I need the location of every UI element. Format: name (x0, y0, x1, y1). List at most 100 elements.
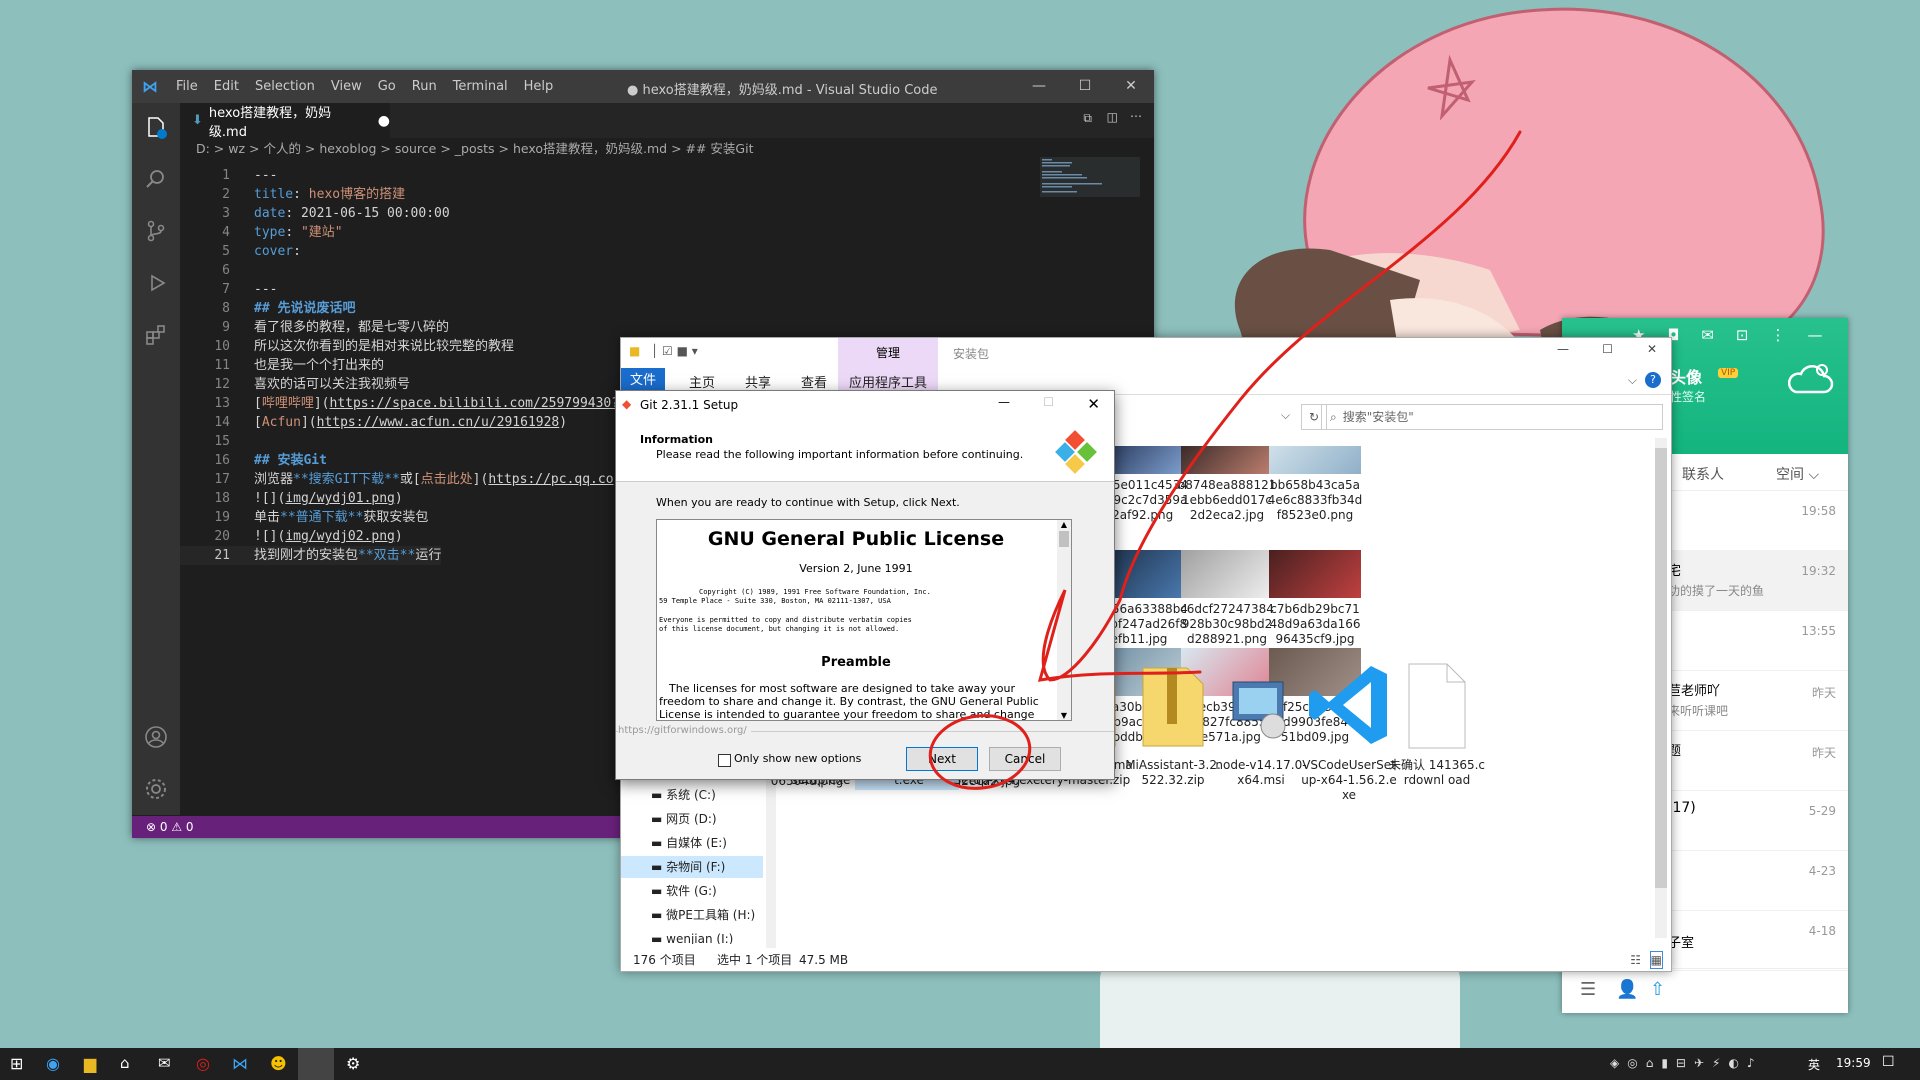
account-icon[interactable] (144, 725, 168, 749)
tab-view[interactable]: 查看 (801, 372, 827, 391)
nav-drive-i[interactable]: ▬ wenjian (I:) (651, 928, 733, 944)
code-token: https://space.bilibili.com/259799430? (329, 396, 620, 411)
mail-icon[interactable]: ✉ (158, 1054, 178, 1074)
source-control-icon[interactable] (144, 219, 168, 243)
netease-music-icon[interactable]: ◎ (196, 1054, 216, 1074)
code-line[interactable]: 3 date: 2021-06-15 00:00:00 (180, 204, 450, 223)
nav-scrollbar[interactable] (766, 778, 776, 948)
code-line[interactable]: 11 也是我一个个打出来的 (180, 356, 384, 375)
maximize-button[interactable]: ☐ (1602, 342, 1613, 356)
menu-file[interactable]: File (168, 79, 206, 94)
code-line[interactable]: 4 type: "建站" (180, 223, 342, 242)
tab-markdown-file[interactable]: ⬇ hexo搭建教程，奶妈级.md ● (180, 103, 390, 140)
breadcrumb[interactable]: D: > wz > 个人的 > hexoblog > source > _pos… (196, 138, 754, 160)
windows-start-icon[interactable]: ⊞ (10, 1054, 30, 1074)
explorer-files-icon[interactable] (144, 115, 168, 139)
large-icons-view-icon[interactable]: ▦ (1649, 951, 1663, 969)
code-line[interactable]: 14 [Acfun](https://www.acfun.cn/u/2916192… (180, 413, 567, 432)
qq-signature[interactable]: 性签名 (1670, 388, 1706, 405)
edge-browser-icon[interactable]: ◉ (46, 1054, 66, 1074)
code-token: Acfun (261, 415, 301, 430)
help-icon[interactable]: ? (1645, 372, 1661, 388)
menu-help[interactable]: Help (516, 79, 562, 94)
code-line[interactable]: 20 ![](img/wydj02.png) (180, 527, 402, 546)
system-tray-icons[interactable]: ◈◎⌂▮⊟✈⚡◐♪ (1610, 1056, 1763, 1070)
gitforwindows-link[interactable]: https://gitforwindows.org/ (618, 725, 751, 736)
nav-drive-g[interactable]: ▬ 软件 (G:) (651, 880, 717, 902)
content-scrollbar[interactable] (1655, 438, 1667, 938)
code-line[interactable]: 18 ![](img/wydj01.png) (180, 489, 402, 508)
maximize-button[interactable]: ☐ (1062, 70, 1108, 103)
menu-go[interactable]: Go (370, 79, 404, 94)
code-line[interactable]: 19 单击**普通下载**获取安装包 (180, 508, 428, 527)
active-app-slot[interactable] (298, 1048, 334, 1080)
details-view-icon[interactable]: ☷ (1630, 949, 1641, 971)
code-line[interactable]: 5 cover: (180, 242, 301, 261)
code-line[interactable]: 17 浏览器**搜索GIT下载**或[点击此处](https://pc.qq.co (180, 470, 614, 489)
code-line[interactable]: 15 (180, 432, 254, 451)
code-line[interactable]: 1 --- (180, 166, 277, 185)
unsaved-dot-icon[interactable]: ● (378, 113, 390, 129)
code-line[interactable]: 8 ## 先说说废话吧 (180, 299, 355, 318)
settings-gear-icon[interactable]: ⚙ (346, 1054, 366, 1074)
settings-gear-icon[interactable] (144, 777, 168, 801)
code-token: https://pc.qq.co (488, 472, 614, 487)
nav-drive-c[interactable]: ▬ 系统 (C:) (651, 784, 716, 806)
code-line[interactable]: 7 --- (180, 280, 277, 299)
file-explorer-icon[interactable]: ▆ (84, 1054, 104, 1074)
close-button[interactable]: ✕ (1108, 70, 1154, 103)
quick-access-toolbar[interactable]: │ ☑ ■ ▾ (651, 344, 698, 358)
vscode-titlebar: ⋈ File Edit Selection View Go Run Termin… (132, 70, 1154, 103)
code-line[interactable]: 13 [哔哩哔哩](https://space.bilibili.com/2597… (180, 394, 619, 413)
line-number: 6 (222, 263, 230, 278)
code-line[interactable]: 2 title: hexo博客的搭建 (180, 185, 405, 204)
ime-indicator[interactable]: 英 (1808, 1056, 1820, 1073)
code-line[interactable]: 21 找到刚才的安装包**双击**运行 (180, 546, 442, 565)
markdown-file-icon: ⬇ (192, 113, 203, 128)
nav-drive-e[interactable]: ▬ 自媒体 (E:) (651, 832, 727, 854)
notifications-icon[interactable]: ☐ (1882, 1054, 1895, 1070)
menu-selection[interactable]: Selection (247, 79, 323, 94)
search-icon[interactable] (144, 167, 168, 191)
code-line[interactable]: 10 所以这次你看到的是相对来说比较完整的教程 (180, 337, 514, 356)
main-menu-icon[interactable]: ☰ (1580, 979, 1596, 1000)
nav-drive-h[interactable]: ▬ 微PE工具箱 (H:) (651, 904, 755, 926)
minimize-button[interactable]: — (1557, 342, 1569, 356)
menu-terminal[interactable]: Terminal (445, 79, 516, 94)
run-debug-icon[interactable] (144, 271, 168, 295)
code-line[interactable]: 12 喜欢的话可以关注我视频号 (180, 375, 410, 394)
code-token: ) (559, 415, 568, 430)
dialog-heading: Information (640, 433, 713, 446)
only-show-new-options-checkbox[interactable] (718, 754, 731, 767)
line-number: 3 (222, 206, 230, 221)
nav-drive-d[interactable]: ▬ 网页 (D:) (651, 808, 717, 830)
menu-view[interactable]: View (323, 79, 370, 94)
code-token: : (293, 244, 301, 259)
menu-edit[interactable]: Edit (206, 79, 247, 94)
tab-share[interactable]: 共享 (745, 372, 771, 391)
minimize-button[interactable]: — (1016, 70, 1062, 103)
qq-taskbar-icon[interactable]: ☻ (270, 1054, 290, 1074)
problems-count[interactable]: ⊗ 0 ⚠ 0 (146, 820, 194, 834)
extensions-icon[interactable] (144, 323, 168, 347)
tab-space[interactable]: 空间 ⌵ (1776, 464, 1819, 484)
code-line[interactable]: 9 看了很多的教程，都是七零八碎的 (180, 318, 449, 337)
code-token: ]( (472, 472, 489, 487)
app-manager-icon[interactable]: ⇧ (1650, 979, 1665, 1000)
close-button[interactable]: ✕ (1647, 342, 1657, 356)
code-line[interactable]: 16 ## 安装Git (180, 451, 327, 470)
add-contact-icon[interactable]: 👤 (1616, 979, 1638, 1000)
vscode-taskbar-icon[interactable]: ⋈ (232, 1054, 252, 1074)
tab-home[interactable]: 主页 (689, 372, 715, 391)
expand-ribbon-icon[interactable]: ⌵ (1628, 373, 1637, 388)
code-token: : (293, 187, 309, 202)
code-token: : 2021-06-15 00:00:00 (285, 206, 450, 221)
clock-time[interactable]: 19:59 (1836, 1056, 1871, 1070)
tab-contacts[interactable]: 联系人 (1682, 464, 1724, 484)
code-token: ![]( (254, 491, 286, 506)
qq-nickname: 头像 (1670, 368, 1703, 387)
store-icon[interactable]: ⌂ (120, 1054, 140, 1074)
menu-run[interactable]: Run (404, 79, 445, 94)
code-line[interactable]: 6 (180, 261, 254, 280)
nav-drive-f[interactable]: ▬ 杂物间 (F:) (621, 856, 763, 878)
